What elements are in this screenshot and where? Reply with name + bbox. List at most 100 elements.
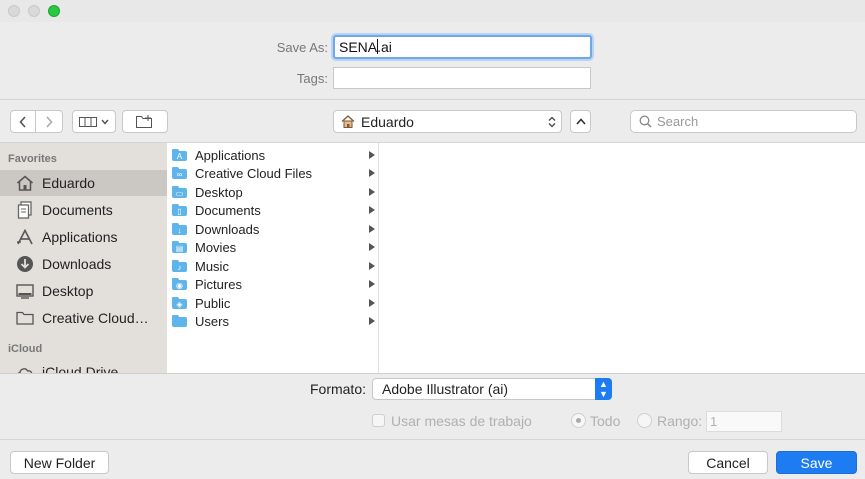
sidebar-item-label: Applications [42,229,118,245]
close-window-button[interactable] [8,5,20,17]
sidebar-item-label: Eduardo [42,175,95,191]
disclosure-arrow-icon [369,280,375,288]
disclosure-arrow-icon [369,262,375,270]
sidebar-item-eduardo[interactable]: Eduardo [0,170,167,196]
chevron-right-icon [46,115,53,128]
save-button[interactable]: Save [776,451,857,474]
home-icon [341,115,355,128]
range-radio[interactable] [637,413,652,428]
file-row-documents[interactable]: ▯ Documents [172,201,378,219]
folder-icon: ♪ [172,260,187,272]
sidebar: Favorites Eduardo Documents Applications… [0,143,167,373]
zoom-window-button[interactable] [48,5,60,17]
desktop-icon [14,283,36,299]
folder-icon: ▤ [172,241,187,253]
disclosure-arrow-icon [369,206,375,214]
collapse-browser-button[interactable] [570,110,591,133]
browser-column-empty [379,143,865,373]
options-divider [0,373,865,374]
documents-icon [14,201,36,219]
file-row-public[interactable]: ◈ Public [172,294,378,312]
window-titlebar [0,0,865,22]
location-label: Eduardo [361,113,414,130]
file-name: Pictures [195,276,242,292]
minimize-window-button[interactable] [28,5,40,17]
all-label: Todo [590,413,621,429]
file-name: Desktop [195,184,243,200]
search-placeholder: Search [657,114,699,129]
view-mode-button[interactable] [72,110,116,133]
filename-text-start: SENA [339,39,378,55]
save-as-label: Save As: [276,40,328,55]
file-row-movies[interactable]: ▤ Movies [172,238,378,256]
format-select[interactable]: Adobe Illustrator (ai) ▲ ▼ [372,378,612,400]
location-popup[interactable]: Eduardo [333,110,562,133]
forward-button[interactable] [36,110,63,133]
cancel-button[interactable]: Cancel [688,451,768,474]
file-name: Downloads [195,221,260,237]
sidebar-item-label: Creative Cloud… [42,310,149,326]
favorites-header: Favorites [8,153,57,165]
folder-icon [14,311,36,325]
sidebar-item-documents[interactable]: Documents [0,197,167,223]
artboards-label: Usar mesas de trabajo [391,413,532,429]
chevron-left-icon [19,115,26,128]
chevron-up-icon [575,118,586,125]
artboards-checkbox[interactable] [372,414,385,427]
new-folder-button[interactable]: New Folder [10,451,109,474]
home-icon [14,175,36,191]
sidebar-item-label: iCloud Drive [42,364,119,373]
back-button[interactable] [10,110,36,133]
file-row-desktop[interactable]: ▭ Desktop [172,183,378,201]
disclosure-arrow-icon [369,169,375,177]
file-row-applications[interactable]: A Applications [172,146,378,164]
radio-dot [576,418,581,423]
range-label: Rango: [657,413,703,429]
file-row-users[interactable]: Users [172,312,378,330]
applications-icon [14,229,36,245]
format-value: Adobe Illustrator (ai) [382,381,509,397]
all-radio[interactable] [571,413,586,428]
sidebar-item-creative-cloud[interactable]: Creative Cloud… [0,305,167,331]
updown-arrows-icon [548,116,556,128]
tags-label: Tags: [296,71,328,86]
sidebar-item-label: Downloads [42,256,112,272]
file-row-pictures[interactable]: ◉ Pictures [172,275,378,293]
buttons-divider [0,439,865,440]
file-name: Documents [195,202,261,218]
header-divider [0,99,865,100]
file-name: Movies [195,239,237,255]
folder-icon: ∞ [172,167,187,179]
range-input[interactable]: 1 [706,411,782,432]
sidebar-item-downloads[interactable]: Downloads [0,251,167,277]
folder-icon: ▯ [172,204,187,216]
file-name: Users [195,313,229,329]
disclosure-arrow-icon [369,225,375,233]
file-name: Music [195,258,229,274]
sidebar-item-applications[interactable]: Applications [0,224,167,250]
disclosure-arrow-icon [369,151,375,159]
file-row-creative-cloud-files[interactable]: ∞ Creative Cloud Files [172,164,378,182]
sidebar-item-desktop[interactable]: Desktop [0,278,167,304]
downloads-icon [14,255,36,273]
filename-input[interactable]: SENA.ai [333,35,592,59]
sidebar-item-label: Desktop [42,283,94,299]
folder-icon: ◉ [172,278,187,290]
disclosure-arrow-icon [369,188,375,196]
file-name: Applications [195,147,266,163]
chevron-down-icon [101,119,109,125]
file-row-downloads[interactable]: ↓ Downloads [172,220,378,238]
tags-input[interactable] [333,67,591,89]
search-icon [639,115,652,128]
folder-icon [172,315,187,327]
folder-icon: ▭ [172,186,187,198]
disclosure-arrow-icon [369,299,375,307]
search-field[interactable]: Search [630,110,857,133]
new-folder-toolbar-button[interactable] [122,110,168,133]
icloud-header: iCloud [8,343,43,355]
columns-view-icon [79,116,97,127]
sidebar-item-icloud-drive[interactable]: iCloud Drive [0,359,167,373]
file-row-music[interactable]: ♪ Music [172,257,378,275]
disclosure-arrow-icon [369,243,375,251]
format-label: Formato: [309,381,366,397]
